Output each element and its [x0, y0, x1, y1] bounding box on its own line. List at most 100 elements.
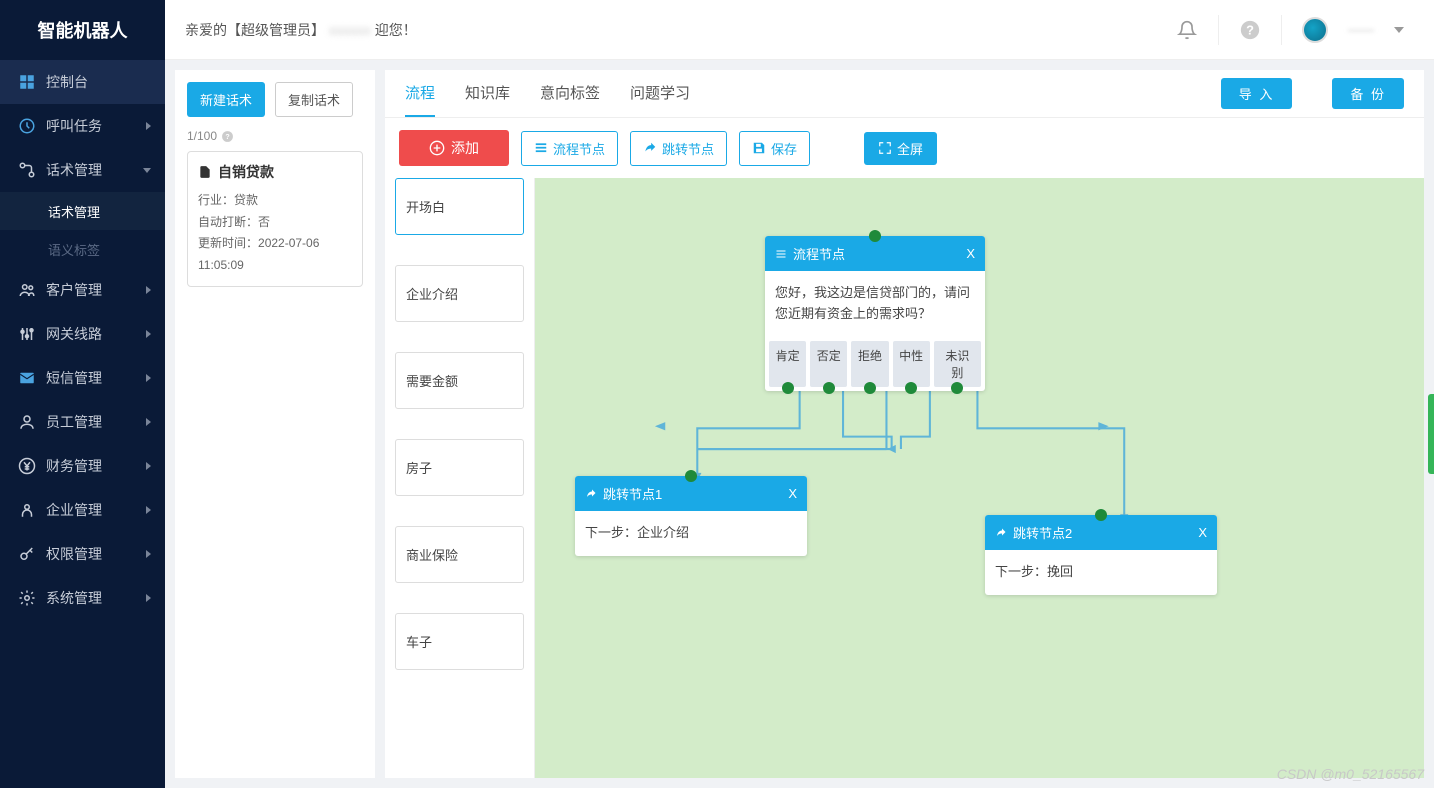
list-icon: [534, 141, 548, 155]
header: 智能机器人 亲爱的【超级管理员】 xxxxxx 迎您！ ? ——: [0, 0, 1434, 60]
sidebar-label: 短信管理: [46, 368, 146, 388]
import-button[interactable]: 导 入: [1221, 78, 1293, 109]
palette-node[interactable]: 企业介绍: [395, 265, 524, 322]
gear-icon: [18, 589, 36, 607]
palette-node[interactable]: 需要金额: [395, 352, 524, 409]
key-icon: [18, 545, 36, 563]
node-title: 跳转节点1: [603, 484, 662, 503]
palette-node[interactable]: 车子: [395, 613, 524, 670]
node-title: 流程节点: [793, 244, 845, 263]
dashboard-icon: [18, 73, 36, 91]
chevron-icon: [146, 594, 151, 602]
option-0[interactable]: 肯定: [769, 341, 806, 387]
script-title: 自销贷款: [218, 162, 274, 182]
sidebar-label: 企业管理: [46, 500, 146, 520]
bell-icon[interactable]: [1176, 19, 1198, 41]
svg-text:?: ?: [1246, 22, 1254, 37]
svg-text:?: ?: [225, 134, 229, 141]
palette-node[interactable]: 房子: [395, 439, 524, 496]
mail-icon: [18, 369, 36, 387]
flow-node-main[interactable]: 流程节点 X 您好，我这边是信贷部门的，请问您近期有资金上的需求吗？ 肯定否定拒…: [765, 236, 985, 391]
chevron-icon: [146, 122, 151, 130]
port-out[interactable]: [782, 382, 794, 394]
help-icon[interactable]: ?: [1239, 19, 1261, 41]
sidebar-label: 网关线路: [46, 324, 146, 344]
fullscreen-button[interactable]: 全屏: [864, 132, 937, 165]
port-out[interactable]: [823, 382, 835, 394]
user-name: ——: [1348, 22, 1374, 37]
port-in[interactable]: [685, 470, 697, 482]
yen-icon: [18, 457, 36, 475]
tabs: 流程知识库意向标签问题学习 导 入 备 份: [385, 70, 1424, 118]
new-script-button[interactable]: 新建话术: [187, 82, 265, 117]
jump-node-button[interactable]: 跳转节点: [630, 131, 727, 166]
sidebar-item-sliders[interactable]: 网关线路: [0, 312, 165, 356]
option-2[interactable]: 拒绝: [851, 341, 888, 387]
flow-canvas[interactable]: 流程节点 X 您好，我这边是信贷部门的，请问您近期有资金上的需求吗？ 肯定否定拒…: [535, 178, 1424, 778]
palette-node[interactable]: 商业保险: [395, 526, 524, 583]
file-icon: [198, 164, 212, 180]
flow-icon: [18, 161, 36, 179]
option-1[interactable]: 否定: [810, 341, 847, 387]
clock-icon: [18, 117, 36, 135]
sidebar-item-users[interactable]: 客户管理: [0, 268, 165, 312]
expand-icon: [878, 141, 892, 155]
port-in[interactable]: [869, 230, 881, 242]
close-icon[interactable]: X: [966, 246, 975, 261]
sidebar-label: 呼叫任务: [46, 116, 146, 136]
port-out[interactable]: [905, 382, 917, 394]
sidebar-item-mail[interactable]: 短信管理: [0, 356, 165, 400]
chevron-icon: [146, 550, 151, 558]
share-icon: [585, 488, 597, 500]
sidebar-item-dashboard[interactable]: 控制台: [0, 60, 165, 104]
close-icon[interactable]: X: [788, 486, 797, 501]
greeting: 亲爱的【超级管理员】 xxxxxx 迎您！: [165, 20, 1176, 40]
jump-node-1[interactable]: 跳转节点1 X 下一步：企业介绍: [575, 476, 807, 556]
port-in[interactable]: [1095, 509, 1107, 521]
right-edge-handle[interactable]: [1428, 394, 1434, 474]
flow-node-button[interactable]: 流程节点: [521, 131, 618, 166]
sidebar-label: 权限管理: [46, 544, 146, 564]
sidebar-item-key[interactable]: 权限管理: [0, 532, 165, 576]
sidebar-item-person[interactable]: 员工管理: [0, 400, 165, 444]
building-icon: [18, 501, 36, 519]
option-4[interactable]: 未识别: [934, 341, 981, 387]
sidebar-item-building[interactable]: 企业管理: [0, 488, 165, 532]
save-button[interactable]: 保存: [739, 131, 810, 166]
port-out[interactable]: [864, 382, 876, 394]
node-body: 您好，我这边是信贷部门的，请问您近期有资金上的需求吗？: [765, 271, 985, 337]
option-3[interactable]: 中性: [893, 341, 930, 387]
sidebar-item-clock[interactable]: 呼叫任务: [0, 104, 165, 148]
tab-0[interactable]: 流程: [405, 70, 435, 117]
tab-1[interactable]: 知识库: [465, 70, 510, 117]
script-card[interactable]: 自销贷款 行业：贷款 自动打断：否 更新时间：2022-07-06 11:05:…: [187, 151, 363, 287]
chevron-down-icon[interactable]: [1394, 27, 1404, 33]
avatar[interactable]: [1302, 17, 1328, 43]
add-button[interactable]: 添加: [399, 130, 509, 166]
sidebar-sub-item[interactable]: 话术管理: [0, 192, 165, 230]
users-icon: [18, 281, 36, 299]
tab-3[interactable]: 问题学习: [630, 70, 690, 117]
info-icon: ?: [221, 130, 234, 143]
close-icon[interactable]: X: [1198, 525, 1207, 540]
sidebar-label: 话术管理: [46, 160, 143, 180]
jump-node-2[interactable]: 跳转节点2 X 下一步：挽回: [985, 515, 1217, 595]
copy-script-button[interactable]: 复制话术: [275, 82, 353, 117]
app-logo: 智能机器人: [0, 0, 165, 60]
sidebar-sub-item[interactable]: 语义标签: [0, 230, 165, 268]
tab-2[interactable]: 意向标签: [540, 70, 600, 117]
plus-icon: [429, 140, 445, 156]
sidebar-label: 员工管理: [46, 412, 146, 432]
port-out[interactable]: [951, 382, 963, 394]
chevron-icon: [146, 374, 151, 382]
sidebar-item-yen[interactable]: 财务管理: [0, 444, 165, 488]
sidebar-item-flow[interactable]: 话术管理: [0, 148, 165, 192]
sidebar-item-gear[interactable]: 系统管理: [0, 576, 165, 620]
sidebar: 控制台呼叫任务话术管理话术管理语义标签客户管理网关线路短信管理员工管理财务管理企…: [0, 60, 165, 788]
chevron-icon: [146, 418, 151, 426]
chevron-icon: [146, 286, 151, 294]
backup-button[interactable]: 备 份: [1332, 78, 1404, 109]
sliders-icon: [18, 325, 36, 343]
palette-node[interactable]: 开场白: [395, 178, 524, 235]
share-icon: [995, 527, 1007, 539]
